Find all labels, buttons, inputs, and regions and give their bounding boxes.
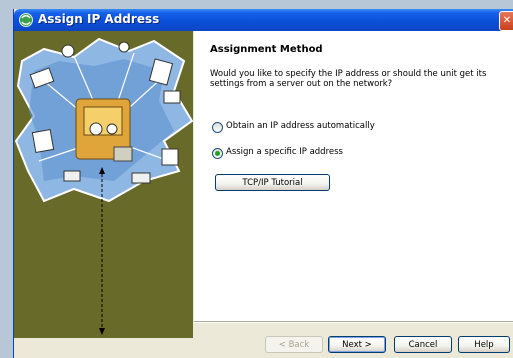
network-illustration xyxy=(14,37,193,335)
eye-left xyxy=(89,122,103,136)
question-text: Would you like to specify the IP address… xyxy=(210,69,487,89)
next-button[interactable]: Next > xyxy=(328,336,386,353)
back-button[interactable]: < Back xyxy=(265,336,323,353)
radio-assign-specific[interactable] xyxy=(212,148,223,159)
network-app-icon xyxy=(19,13,33,27)
mini-device xyxy=(113,146,133,162)
close-icon[interactable]: ✕ xyxy=(499,11,513,31)
cancel-button[interactable]: Cancel xyxy=(394,336,452,353)
page-heading: Assignment Method xyxy=(210,44,323,55)
option-label: Obtain an IP address automatically xyxy=(226,121,375,131)
tcpip-tutorial-button[interactable]: TCP/IP Tutorial xyxy=(215,174,330,191)
title-bar[interactable]: Assign IP Address ✕ xyxy=(14,9,513,31)
eye-right xyxy=(106,123,118,135)
wizard-side-panel xyxy=(14,31,193,338)
window-title: Assign IP Address xyxy=(38,12,160,26)
radio-obtain-automatically[interactable] xyxy=(212,122,223,133)
help-button[interactable]: Help xyxy=(458,336,510,353)
assign-ip-dialog: Assign IP Address ✕ Assignment Method Wo… xyxy=(13,9,513,358)
footer-divider xyxy=(194,321,513,323)
option-label: Assign a specific IP address xyxy=(226,147,343,157)
wizard-footer: < Back Next > Cancel Help xyxy=(194,321,513,358)
wizard-content: Assignment Method Would you like to spec… xyxy=(194,31,513,321)
